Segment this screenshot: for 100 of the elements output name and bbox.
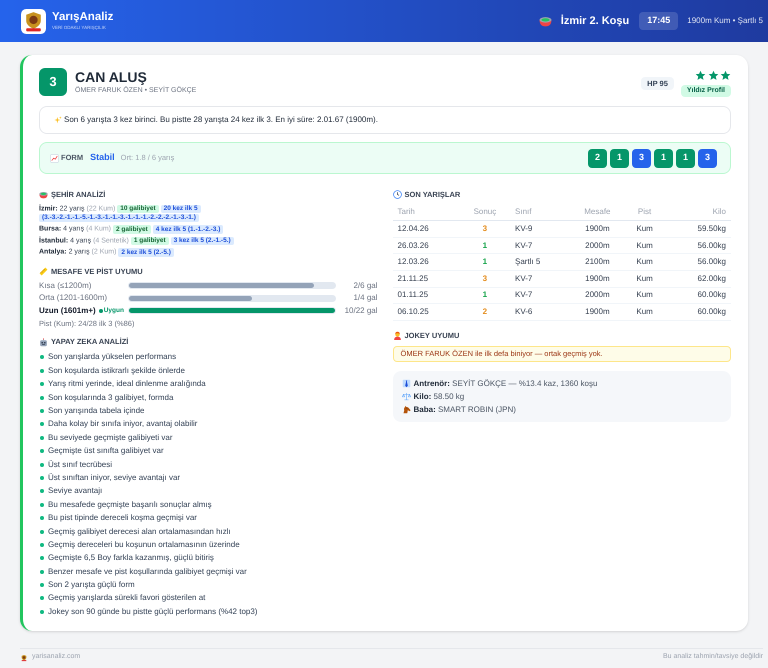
table-cell: Kum: [630, 237, 660, 254]
table-cell: 26.03.26: [392, 237, 460, 254]
detail-line: Baba: SMART ROBIN (JPN): [414, 404, 516, 416]
star-icon: [720, 70, 731, 81]
analysis-point: Daha kolay bir sınıfa iniyor, avantaj olabilir: [48, 418, 198, 430]
form-result-badge: 1: [654, 148, 673, 168]
distance-label: Orta (1201-1600m): [39, 292, 108, 304]
result-cell: 3: [460, 220, 510, 238]
bullet-icon: [40, 382, 44, 386]
table-cell: 56.00kg: [660, 237, 731, 254]
win-ratio: 10/22 gal: [344, 304, 378, 317]
table-cell: Kum: [630, 220, 660, 238]
race-details: 1900m Kum • Şartlı 5: [687, 15, 763, 27]
bullet-icon: [40, 476, 44, 480]
column-header: Pist: [630, 204, 660, 221]
analysis-point: Bu pist tipinde dereceli koşma geçmişi var: [48, 512, 197, 524]
analysis-point: Son yarışlarda yükselen performans: [48, 351, 176, 364]
robot-icon: [39, 338, 48, 347]
bullet-icon: [40, 530, 44, 534]
ruler-icon: [39, 267, 48, 276]
table-cell: 12.03.26: [392, 254, 460, 270]
bowl-icon: [39, 190, 48, 198]
shield-logo-icon: [20, 654, 28, 662]
analysis-point: Yarış ritmi yerinde, ideal dinlenme aralığında: [48, 378, 206, 390]
table-cell: 56.00kg: [660, 254, 731, 270]
bullet-icon: [40, 610, 44, 614]
bullet-icon: [40, 462, 44, 467]
table-cell: Kum: [630, 304, 660, 320]
analysis-point: Seviye avantajı: [48, 485, 102, 498]
table-cell: 1900m: [565, 270, 630, 288]
bullet-icon: [40, 516, 44, 520]
analysis-point: Üst sınıf tecrübesi: [48, 458, 112, 471]
table-cell: KV-7: [510, 237, 566, 254]
detail-line: Kilo: 58.50 kg: [414, 390, 464, 403]
bullet-icon: [40, 570, 44, 574]
bullet-icon: [40, 436, 44, 440]
star-icon: [708, 70, 718, 81]
table-cell: 59.50kg: [660, 220, 731, 238]
brand-name: YarışAnaliz: [52, 11, 114, 24]
bullet-icon: [40, 502, 44, 507]
analysis-point: Geçmişte 6,5 Boy farkla kazanmış, güçlü bitiriş: [48, 552, 214, 564]
table-cell: KV-9: [510, 220, 566, 238]
table-cell: 21.11.25: [392, 270, 460, 288]
table-cell: KV-7: [510, 270, 566, 288]
win-ratio: 2/6 gal: [352, 280, 378, 292]
result-cell: 2: [460, 304, 510, 320]
result-cell: 1: [460, 287, 510, 304]
analysis-point: Geçmiş yarışlarda sürekli favori gösterilen at: [48, 592, 206, 604]
analysis-point: Üst sınıftan iniyor, seviye avantajı var: [48, 472, 180, 484]
bullet-icon: [40, 396, 44, 400]
analysis-point: Geçmiş dereceleri bu koşunun ortalamasının üzerinde: [48, 538, 240, 551]
horse-name: CAN ALUŞ: [75, 69, 148, 85]
form-result-badge: 1: [610, 148, 629, 168]
form-result-badge: 1: [676, 148, 695, 168]
table-cell: 12.04.26: [392, 220, 460, 238]
table-cell: KV-6: [510, 304, 566, 320]
table-cell: KV-7: [510, 287, 566, 304]
line-chart-icon: [50, 154, 59, 162]
analysis-point: Benzer mesafe ve pist koşullarında galibiyet geçmişi var: [48, 566, 247, 578]
column-header: Sınıf: [510, 204, 566, 221]
form-result-badge: 3: [632, 148, 651, 168]
distance-label: Kısa (≤1200m): [39, 280, 92, 292]
distance-label: Uzun (1601m+): [39, 304, 96, 317]
table-cell: 2100m: [565, 254, 630, 270]
analysis-point: Jokey son 90 günde bu pistte güçlü performans (%42 top3): [48, 606, 258, 618]
column-header: Kilo: [660, 204, 731, 221]
analysis-point: Son 2 yarışta güçlü form: [48, 579, 135, 592]
bullet-icon: [40, 556, 44, 560]
sparkle-icon: [54, 116, 62, 124]
horse-icon: [402, 405, 410, 414]
column-header: Mesafe: [565, 204, 630, 221]
bowl-icon: [538, 16, 552, 26]
form-result-badge: 2: [588, 148, 607, 168]
bullet-icon: [40, 355, 44, 360]
summary-text: Son 6 yarışta 3 kez birinci. Bu pistte 28 yarışta 24 kez ilk 3. En iyi süre: 2.01.67 (1900m).: [64, 114, 378, 126]
result-cell: 1: [460, 237, 510, 254]
status-dot-icon: [98, 308, 103, 313]
analysis-point: Bu seviyede geçmişte galibiyeti var: [48, 432, 173, 444]
clock-icon: [392, 190, 402, 199]
table-cell: Şartlı 5: [510, 254, 566, 270]
result-cell: 1: [460, 254, 510, 270]
bullet-icon: [40, 583, 44, 588]
table-cell: 60.00kg: [660, 304, 731, 320]
analysis-point: Son yarışında tabela içinde: [48, 405, 145, 418]
bullet-icon: [40, 489, 44, 494]
race-time: 17:45: [639, 12, 678, 30]
table-cell: Kum: [630, 287, 660, 304]
column-header: Tarih: [392, 204, 460, 221]
necktie-icon: [402, 379, 410, 388]
table-cell: 62.00kg: [660, 270, 731, 288]
analysis-point: Bu mesafede geçmişte başarılı sonuçlar almış: [48, 498, 212, 511]
result-cell: 3: [460, 270, 510, 288]
bullet-icon: [40, 409, 44, 414]
detail-line: Antrenör: SEYİT GÖKÇE — %13.4 kaz, 1360 koşu: [414, 378, 598, 390]
table-cell: 1900m: [565, 220, 630, 238]
race-title: İzmir 2. Koşu: [560, 14, 630, 29]
column-header: Sonuç: [460, 204, 510, 221]
table-cell: 2000m: [565, 237, 630, 254]
table-cell: Kum: [630, 254, 660, 270]
table-cell: Kum: [630, 270, 660, 288]
